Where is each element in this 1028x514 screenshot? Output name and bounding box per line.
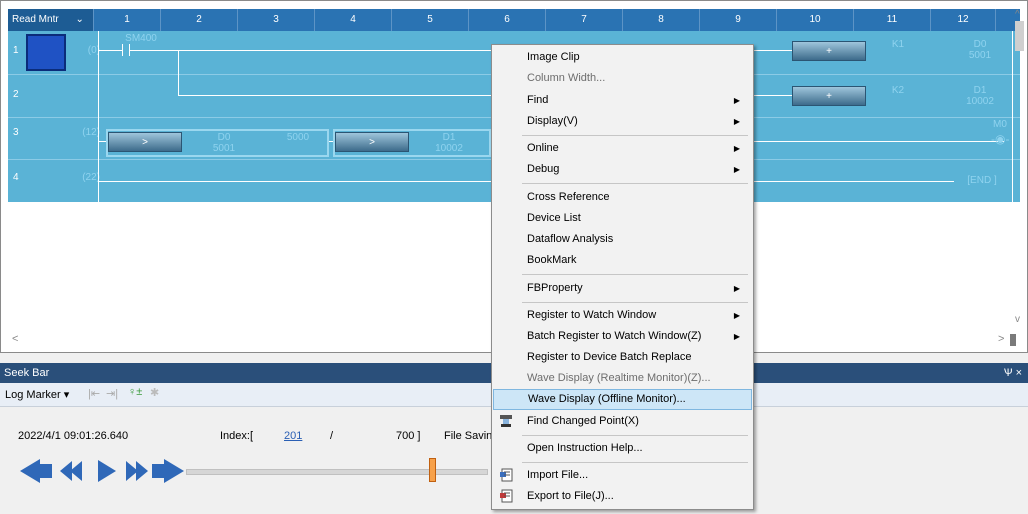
step-number-1: (0) [87,45,100,56]
menu-item-cross-reference[interactable]: Cross Reference [493,187,752,208]
menu-item-register-device-batch-replace[interactable]: Register to Device Batch Replace [493,347,752,368]
import-file-icon [500,468,513,482]
menu-item-fbproperty[interactable]: FBProperty ▶ [493,278,752,299]
row-number-2: 2 [13,89,19,100]
seek-forward-icon[interactable] [122,458,150,484]
scroll-right-icon[interactable]: > [998,333,1004,345]
read-monitor-dropdown[interactable]: Read Mntr ⌄ [8,9,94,31]
pin-close-icon[interactable]: Ѱ × [1004,363,1022,383]
menu-item-find[interactable]: Find ▶ [493,90,752,111]
column-header-8: 8 [623,9,700,31]
submenu-arrow-icon: ▶ [733,311,740,320]
play-icon[interactable] [96,458,118,484]
menu-item-export-to-file[interactable]: Export to File(J)... [493,486,752,507]
seek-back-icon[interactable] [58,458,86,484]
menu-item-wave-display-realtime: Wave Display (Realtime Monitor)(Z)... [527,372,711,384]
marker-prev-icon[interactable]: |⇤ [88,387,100,400]
menu-item-bookmark[interactable]: BookMark [493,250,752,271]
menu-item-device-list[interactable]: Device List [493,208,752,229]
submenu-arrow-icon: ▶ [733,96,740,105]
operand-d0: D0 5001 [968,39,992,61]
row-number-1: 1 [13,45,19,56]
compare-operand-d1: D1 10002 [435,132,463,154]
compare-const-1: 5000 [286,132,310,143]
read-monitor-label: Read Mntr [12,14,59,25]
step-number-3: (12) [82,127,100,138]
menu-item-import-file[interactable]: Import File... [493,465,752,486]
scroll-up-icon[interactable]: ^ [1015,9,1020,20]
submenu-arrow-icon: ▶ [733,332,740,341]
scroll-left-icon[interactable]: < [12,333,18,345]
submenu-arrow-icon: ▶ [733,284,740,293]
column-header-11: 11 [854,9,931,31]
row-number-3: 3 [13,127,19,138]
coil-m0-label: M0 [993,119,1007,130]
menu-item-wave-display-offline[interactable]: Wave Display (Offline Monitor)... [493,389,752,410]
column-header: Read Mntr ⌄ 1 2 3 4 5 6 7 8 9 10 11 12 [8,9,1020,31]
menu-item-find-changed-point[interactable]: Find Changed Point(X) [493,411,752,432]
chevron-down-icon: ⌄ [75,14,84,25]
menu-item-image-clip[interactable]: Image Clip [493,47,752,68]
add-instruction-box-2: + [792,86,866,106]
export-file-icon [500,489,513,503]
menu-item-open-instruction-help[interactable]: Open Instruction Help... [493,438,752,459]
vertical-scrollbar[interactable]: ^ v [1012,9,1028,344]
menu-item-debug[interactable]: Debug ▶ [493,159,752,180]
menu-item-online[interactable]: Online ▶ [493,138,752,159]
submenu-arrow-icon: ▶ [733,144,740,153]
column-header-12: 12 [931,9,996,31]
step-number-4: (22) [82,172,100,183]
contact-sm400-label: SM400 [125,33,157,44]
menu-item-batch-register-watch[interactable]: Batch Register to Watch Window(Z) ▶ [493,326,752,347]
selected-cell-cursor [26,34,66,71]
seek-slider-track[interactable] [186,469,488,475]
coil-icon: -◉- [991,132,1010,146]
index-label: Index:[ [220,430,254,442]
column-header-7: 7 [546,9,623,31]
menu-item-register-watch[interactable]: Register to Watch Window ▶ [493,305,752,326]
operand-d1: D1 10002 [966,85,994,107]
marker-add-icon[interactable]: ♀± [128,386,142,398]
compare-operand-d0: D0 5001 [212,132,236,154]
column-header-6: 6 [469,9,546,31]
column-header-4: 4 [315,9,392,31]
file-saving-status: File Savin [444,430,493,442]
index-value-link[interactable]: 201 [284,430,302,442]
submenu-arrow-icon: ▶ [733,117,740,126]
menu-item-dataflow-analysis[interactable]: Dataflow Analysis [493,229,752,250]
context-menu: Image Clip Column Width... Find ▶ Display… [491,44,754,510]
scroll-thumb[interactable] [1015,21,1024,51]
column-header-5: 5 [392,9,469,31]
seek-slider-thumb[interactable] [429,458,436,482]
column-header-9: 9 [700,9,777,31]
menu-item-column-width: Column Width... [527,72,606,84]
compare-op-1: > [108,132,182,152]
submenu-arrow-icon: ▶ [733,165,740,174]
end-instruction: [END ] [967,175,997,186]
marker-next-icon[interactable]: ⇥| [106,387,118,400]
compare-op-2: > [335,132,409,152]
log-marker-dropdown[interactable]: Log Marker ▾ [5,388,69,401]
index-slash: / [330,430,334,442]
column-header-10: 10 [777,9,854,31]
scroll-down-icon[interactable]: v [1015,314,1020,325]
seek-last-icon[interactable] [150,458,186,484]
settings-icon[interactable]: ✱ [150,386,159,399]
menu-item-display[interactable]: Display(V) ▶ [493,111,752,132]
column-header-2: 2 [161,9,238,31]
find-changed-point-icon [500,415,512,427]
seek-bar-title-text: Seek Bar [4,367,50,379]
column-header-1: 1 [94,9,161,31]
column-header-3: 3 [238,9,315,31]
seek-first-icon[interactable] [18,458,54,484]
row-number-4: 4 [13,172,19,183]
index-total: 700 ] [396,430,421,442]
operand-k2: K2 [891,85,905,96]
add-instruction-box-1: + [792,41,866,61]
operand-k1: K1 [891,39,905,50]
timestamp-text: 2022/4/1 09:01:26.640 [18,430,129,442]
